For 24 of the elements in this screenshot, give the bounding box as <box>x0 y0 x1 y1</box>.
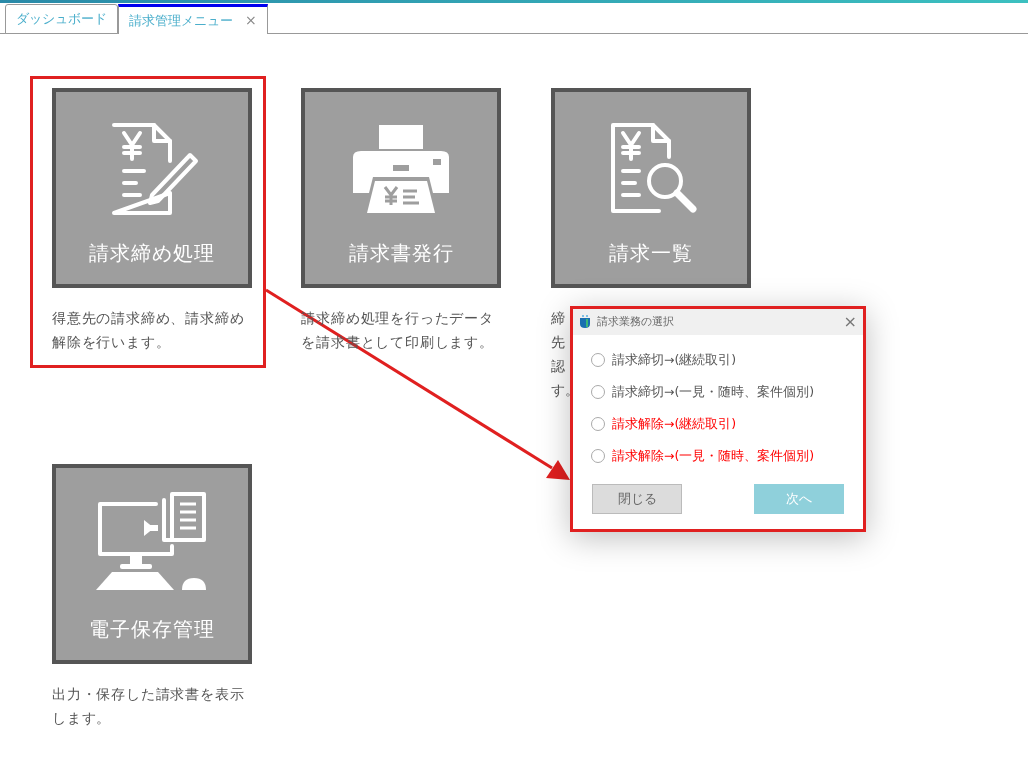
radio-button[interactable] <box>591 353 605 367</box>
app-logo-icon <box>579 315 591 329</box>
radio-button[interactable] <box>591 385 605 399</box>
menu-tile[interactable]: 請求書発行 <box>301 88 502 288</box>
option-label: 請求締切→(一見・随時、案件個別) <box>612 382 815 401</box>
radio-button[interactable] <box>591 417 605 431</box>
radio-button[interactable] <box>591 449 605 463</box>
tile-description: 得意先の請求締め、請求締め 解除を行います。 <box>52 309 245 352</box>
tab-label: 請求管理メニュー <box>129 11 233 30</box>
option-label: 請求締切→(継続取引) <box>612 350 737 369</box>
tab-label: ダッシュボード <box>16 10 107 29</box>
tile-description: 出力・保存した請求書を表示 します。 <box>52 685 245 728</box>
close-icon[interactable]: × <box>245 10 257 31</box>
tile-description: 締 先 認 す。 <box>550 309 581 400</box>
close-button[interactable]: × <box>843 314 857 330</box>
option-label: 請求解除→(一見・随時、案件個別) <box>612 446 815 465</box>
menu-tile[interactable]: 請求一覧 <box>550 88 751 288</box>
menu-tile[interactable]: 請求締め処理 <box>52 88 252 288</box>
tab[interactable]: 請求管理メニュー × <box>118 4 268 34</box>
option-label: 請求解除→(継続取引) <box>612 414 737 433</box>
tab[interactable]: ダッシュボード <box>5 4 118 34</box>
dialog-title: 請求業務の選択 <box>597 313 675 330</box>
dialog-button[interactable]: 閉じる <box>592 484 682 514</box>
menu-tile[interactable]: 電子保存管理 <box>52 464 252 664</box>
